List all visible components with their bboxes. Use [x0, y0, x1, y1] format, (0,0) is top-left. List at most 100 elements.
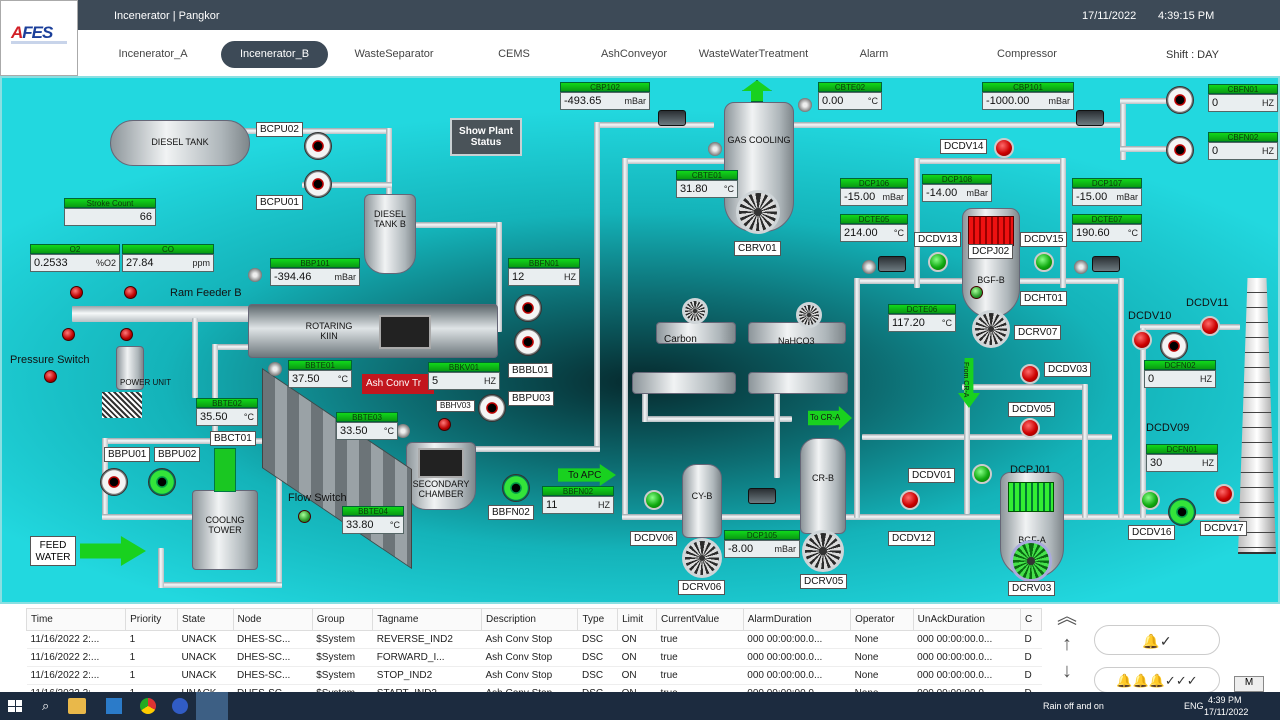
dcrv06-fan[interactable] [682, 538, 722, 578]
carbon-label: Carbon [664, 334, 697, 345]
alarm-col-header[interactable]: State [176, 608, 234, 631]
cbp102-tag: CBP102 [560, 82, 650, 92]
tab-incenerator-b[interactable]: Incenerator_B [221, 41, 328, 68]
alarm-col-header[interactable]: Group [311, 608, 374, 631]
alarm-col-header[interactable]: UnAckDuration [912, 608, 1021, 631]
windows-start-icon[interactable] [8, 700, 22, 712]
alarm-col-header[interactable]: Tagname [372, 608, 482, 631]
bbhv03-lamp [438, 418, 451, 431]
pipe [158, 548, 164, 588]
bbp101-unit: mBar [334, 272, 356, 282]
chamber-window [418, 448, 464, 478]
bbp101-tag: BBP101 [270, 258, 360, 268]
diesel-tank: DIESEL TANK [110, 120, 250, 166]
bbpu03-pump[interactable] [478, 394, 506, 422]
dcdv11-valve[interactable] [1200, 316, 1220, 336]
alarm-cell: DHES-SC... [233, 666, 313, 685]
dcfn02-pump[interactable] [1160, 332, 1188, 360]
alarm-col-header[interactable]: C [1019, 608, 1043, 631]
cbte01-sensor [708, 142, 722, 156]
dcdv13-valve[interactable] [928, 252, 948, 272]
bbfn01-pump[interactable] [514, 294, 542, 322]
alarm-col-header[interactable]: Priority [125, 608, 178, 631]
dcdv16-label: DCDV16 [1128, 525, 1176, 540]
bbbl01-pump[interactable] [514, 328, 542, 356]
cbp101-readout: CBP101 -1000.00 mBar [982, 82, 1074, 110]
scroll-down-icon[interactable]: ↓ [1044, 658, 1090, 685]
alarm-cell: 11/16/2022 2:... [26, 630, 126, 649]
alarm-col-header[interactable]: Node [232, 608, 313, 631]
dcdv12-valve[interactable] [900, 490, 920, 510]
dcdv06-valve[interactable] [644, 490, 664, 510]
dcdv01-valve[interactable] [972, 464, 992, 484]
scroll-up-icon[interactable]: ↑ [1044, 631, 1090, 658]
alarm-cell: STOP_IND2 [372, 666, 482, 685]
alarm-col-header[interactable]: Limit [617, 608, 657, 631]
alarm-col-header[interactable]: Operator [850, 608, 914, 631]
scroll-top-icon[interactable]: ︽ [1044, 604, 1090, 631]
bbte01-sensor [268, 362, 282, 376]
cbp101-value: -1000.00 [986, 95, 1030, 107]
pipe [1120, 146, 1170, 152]
bbfn02-pump[interactable] [502, 474, 530, 502]
app-icon[interactable] [106, 698, 122, 714]
search-icon[interactable]: ⌕ [42, 698, 49, 714]
alarm-row[interactable]: 11/16/2022 2:...1UNACKDHES-SC...$SystemS… [26, 666, 1042, 685]
tab-incenerator-a[interactable]: Incenerator_A [107, 41, 199, 68]
alarm-col-header[interactable]: AlarmDuration [742, 608, 852, 631]
ack-alarm-button[interactable]: 🔔✓ [1094, 625, 1220, 655]
tab-waste-separator[interactable]: WasteSeparator [345, 41, 443, 68]
dcdv16-valve[interactable] [1140, 490, 1160, 510]
dcrv05-fan[interactable] [802, 530, 844, 572]
show-plant-status-button[interactable]: Show Plant Status [450, 118, 522, 156]
app-icon[interactable] [172, 698, 188, 714]
nahco3-fan[interactable] [796, 302, 822, 328]
file-explorer-icon[interactable] [68, 698, 86, 714]
cbrv01-fan[interactable] [736, 190, 780, 234]
rotary-kiln: ROTARING KIIN [248, 304, 498, 358]
m-button[interactable]: M [1234, 676, 1264, 692]
dcrv07-fan[interactable] [972, 310, 1010, 348]
chrome-icon[interactable] [140, 698, 156, 714]
alarm-col-header[interactable]: Time [25, 608, 127, 631]
bbte04-tag: BBTE04 [342, 506, 404, 516]
tab-waste-water-treatment[interactable]: WasteWaterTreatment [690, 41, 817, 68]
ack-all-alarms-button[interactable]: 🔔🔔🔔✓✓✓ [1094, 667, 1220, 693]
dcrv03-fan[interactable] [1010, 540, 1052, 582]
tab-compressor[interactable]: Compressor [986, 41, 1068, 68]
bbpu02-pump[interactable] [148, 468, 176, 496]
tab-alarm[interactable]: Alarm [850, 41, 898, 68]
alarm-cell: 000 00:00:00.0... [743, 630, 851, 649]
alarm-row[interactable]: 11/16/2022 2:... 1 UNACK DHES-SC... $System R… [26, 630, 1042, 649]
o2-readout: O2 0.2533 %O2 [30, 244, 120, 272]
dcte05-sensor [862, 260, 876, 274]
cbfn02-pump[interactable] [1166, 136, 1194, 164]
bcpu02-pump[interactable] [304, 132, 332, 160]
alarm-col-header[interactable]: Description [480, 608, 579, 631]
bbte03-tag: BBTE03 [336, 412, 398, 422]
dcdv14-valve[interactable] [994, 138, 1014, 158]
dcfn01-pump[interactable] [1168, 498, 1196, 526]
dcdv10-valve[interactable] [1132, 330, 1152, 350]
dcdv17-valve[interactable] [1214, 484, 1234, 504]
dcdv05-valve[interactable] [1020, 418, 1040, 438]
bbkv01-readout: BBKV01 5 HZ [428, 362, 500, 390]
tab-cems[interactable]: CEMS [490, 41, 538, 68]
tab-ash-conveyor[interactable]: AshConveyor [592, 41, 676, 68]
active-app-icon[interactable] [196, 692, 228, 720]
bbfn01-value: 12 [512, 271, 525, 283]
carbon-fan[interactable] [682, 298, 708, 324]
cbfn01-tag: CBFN01 [1208, 84, 1278, 94]
bcpu01-pump[interactable] [304, 170, 332, 198]
feed-water-arrow [80, 536, 146, 566]
alarm-col-header[interactable]: CurrentValue [656, 608, 744, 631]
bbfn02-label: BBFN02 [488, 505, 534, 520]
cbfn01-unit: HZ [1262, 98, 1274, 108]
cbfn01-pump[interactable] [1166, 86, 1194, 114]
alarm-col-header[interactable]: Type [577, 608, 619, 631]
bbpu01-pump[interactable] [100, 468, 128, 496]
dcdv03-valve[interactable] [1020, 364, 1040, 384]
dcdv15-valve[interactable] [1034, 252, 1054, 272]
bbfn02-value: 11 [546, 499, 558, 511]
alarm-row[interactable]: 11/16/2022 2:... 1 UNACK DHES-SC... $System F… [26, 648, 1042, 667]
